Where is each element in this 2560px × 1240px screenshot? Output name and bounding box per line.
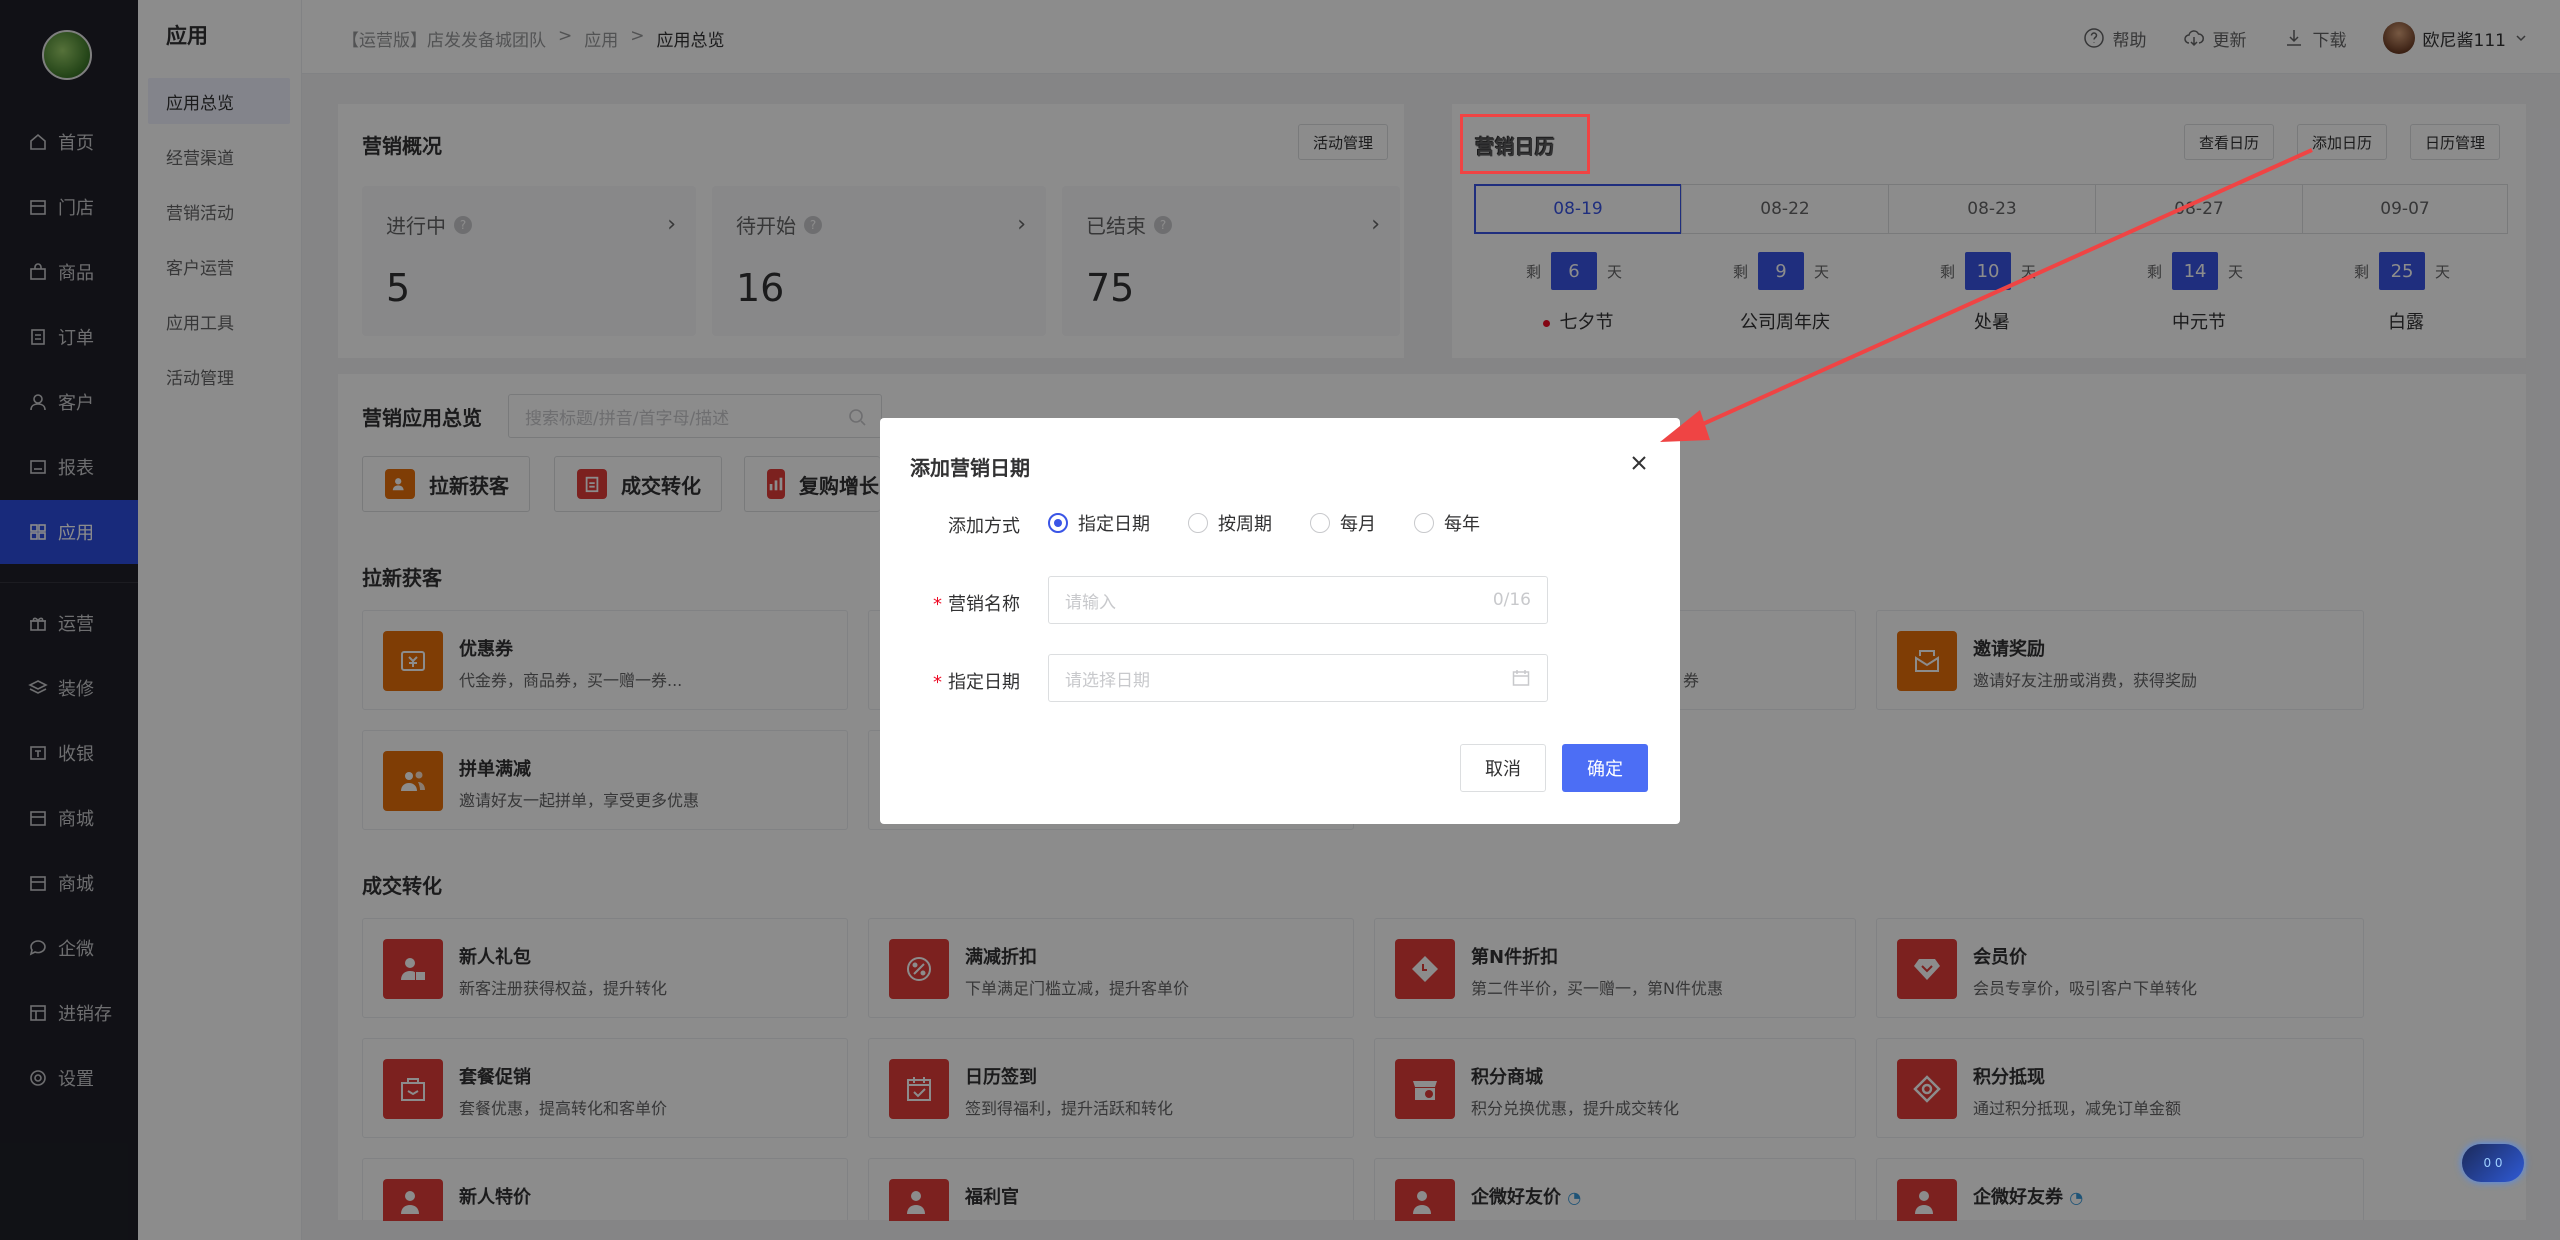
radio-circle (1414, 513, 1434, 533)
name-placeholder: 请输入 (1065, 592, 1116, 613)
radio-circle (1048, 513, 1068, 533)
radio-by-period[interactable]: 按周期 (1188, 510, 1272, 536)
date-field-label: * 指定日期 (933, 668, 1020, 694)
radio-label: 指定日期 (1078, 514, 1150, 535)
radio-label: 每年 (1444, 514, 1480, 535)
method-label: 添加方式 (948, 516, 1020, 537)
radio-circle (1310, 513, 1330, 533)
date-placeholder: 请选择日期 (1065, 670, 1150, 691)
required-mark: * (933, 672, 942, 693)
add-marketing-date-dialog: 添加营销日期 添加方式 指定日期 按周期 每月 每年 * 营销名称 请输入 0/16… (880, 418, 1680, 824)
floating-assistant-button[interactable]: 0 0 (2462, 1144, 2524, 1182)
name-label-text: 营销名称 (948, 594, 1020, 615)
cancel-button[interactable]: 取消 (1460, 744, 1546, 792)
radio-label: 每月 (1340, 514, 1376, 535)
radio-label: 按周期 (1218, 514, 1272, 535)
radio-circle (1188, 513, 1208, 533)
radio-specific-date[interactable]: 指定日期 (1048, 510, 1150, 536)
char-counter: 0/16 (1492, 590, 1531, 610)
required-mark: * (933, 594, 942, 615)
highlight-title: 营销日历 (1475, 135, 1555, 159)
date-picker-input[interactable]: 请选择日期 (1048, 654, 1548, 702)
radio-yearly[interactable]: 每年 (1414, 510, 1480, 536)
method-radio-group: 指定日期 按周期 每月 每年 (1048, 510, 1518, 536)
calendar-icon (1511, 668, 1531, 688)
close-icon[interactable] (1628, 452, 1650, 474)
date-label-text: 指定日期 (948, 672, 1020, 693)
name-field-label: * 营销名称 (933, 590, 1020, 616)
annotation-highlight-box: 营销日历 (1460, 114, 1590, 174)
confirm-button[interactable]: 确定 (1562, 744, 1648, 792)
dialog-title: 添加营销日期 (910, 456, 1030, 480)
marketing-name-input[interactable]: 请输入 0/16 (1048, 576, 1548, 624)
radio-monthly[interactable]: 每月 (1310, 510, 1376, 536)
